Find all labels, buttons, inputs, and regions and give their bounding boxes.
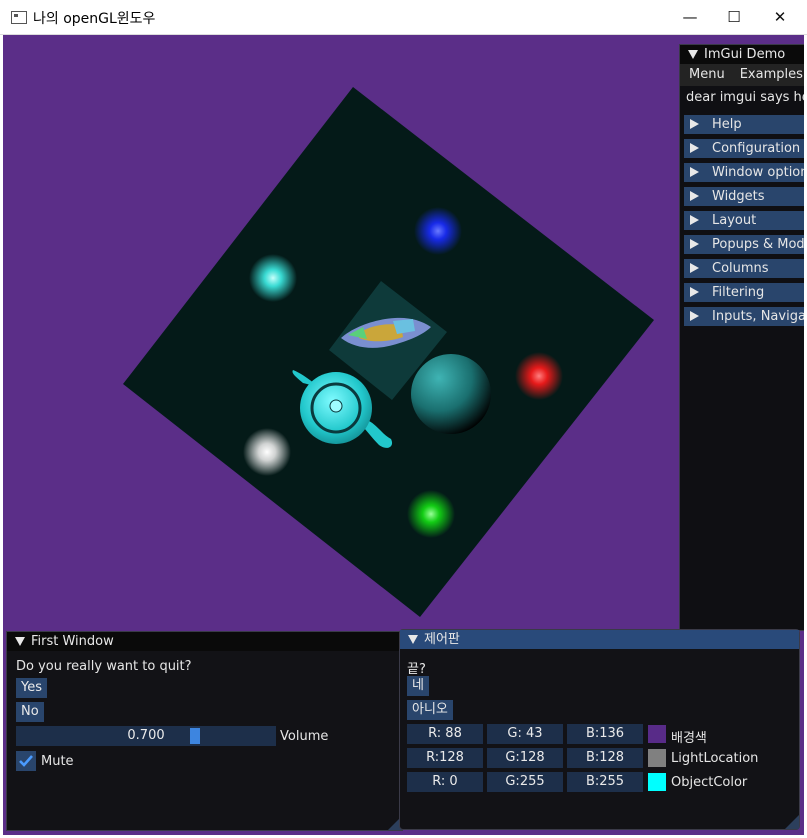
maximize-button[interactable]: ☐ xyxy=(711,0,757,34)
light-location-r-field[interactable]: R:128 xyxy=(407,748,483,768)
confirm-no-button[interactable]: 아니오 xyxy=(407,700,453,720)
header-popups-modal[interactable]: Popups & Modal xyxy=(684,235,804,254)
object-color-label: ObjectColor xyxy=(671,775,748,790)
expand-arrow-icon xyxy=(690,191,699,201)
resize-grip[interactable] xyxy=(785,815,799,829)
volume-slider-value: 0.700 xyxy=(127,728,165,743)
bg-color-label: 배경색 xyxy=(671,731,707,746)
menu-item-examples[interactable]: Examples xyxy=(740,67,803,82)
app-window-icon xyxy=(11,11,27,24)
header-label: Inputs, Navigatio xyxy=(712,309,804,324)
header-label: Filtering xyxy=(712,285,765,300)
light-location-b-field[interactable]: B:128 xyxy=(567,748,643,768)
expand-arrow-icon xyxy=(690,215,699,225)
header-configuration[interactable]: Configuration xyxy=(684,139,804,158)
light-white xyxy=(243,428,291,476)
window-title: 나의 openGL윈도우 xyxy=(33,11,156,27)
volume-label: Volume xyxy=(280,729,329,744)
light-blue xyxy=(414,207,462,255)
object-color-g-field[interactable]: G:255 xyxy=(487,772,563,792)
first-window-titlebar[interactable]: First Window xyxy=(7,632,402,651)
object-color-swatch[interactable] xyxy=(648,773,666,791)
expand-arrow-icon xyxy=(690,239,699,249)
header-inputs-navigation[interactable]: Inputs, Navigatio xyxy=(684,307,804,326)
opengl-viewport[interactable]: ImGui Demo Menu Examples dear imgui says … xyxy=(3,35,804,835)
header-label: Popups & Modal xyxy=(712,237,804,252)
mute-checkbox[interactable] xyxy=(16,751,36,771)
light-location-swatch[interactable] xyxy=(648,749,666,767)
collapse-triangle-icon[interactable] xyxy=(408,635,418,644)
bg-color-g-field[interactable]: G: 43 xyxy=(487,724,563,744)
light-red xyxy=(515,352,563,400)
expand-arrow-icon xyxy=(690,311,699,321)
bg-color-r-field[interactable]: R: 88 xyxy=(407,724,483,744)
end-question: 끝? xyxy=(407,662,426,677)
yes-button[interactable]: Yes xyxy=(16,678,47,698)
control-panel-title: 제어판 xyxy=(424,632,460,647)
title-bar[interactable]: 나의 openGL윈도우 — ☐ ✕ xyxy=(0,0,807,35)
menu-item-menu[interactable]: Menu xyxy=(689,67,725,82)
header-filtering[interactable]: Filtering xyxy=(684,283,804,302)
mute-label: Mute xyxy=(41,754,74,769)
header-help[interactable]: Help xyxy=(684,115,804,134)
expand-arrow-icon xyxy=(690,119,699,129)
imgui-demo-titlebar[interactable]: ImGui Demo xyxy=(680,45,804,64)
header-label: Window options xyxy=(712,165,804,180)
bg-color-swatch[interactable] xyxy=(648,725,666,743)
first-window-title: First Window xyxy=(31,634,114,649)
header-label: Widgets xyxy=(712,189,765,204)
confirm-yes-button[interactable]: 네 xyxy=(407,676,429,696)
app-window: 나의 openGL윈도우 — ☐ ✕ ImGui Demo Menu Examp… xyxy=(0,0,807,838)
collapse-triangle-icon[interactable] xyxy=(688,50,698,59)
light-cyan xyxy=(249,254,297,302)
expand-arrow-icon xyxy=(690,167,699,177)
imgui-demo-window[interactable]: ImGui Demo Menu Examples dear imgui says … xyxy=(679,44,804,631)
first-window[interactable]: First Window Do you really want to quit?… xyxy=(6,631,403,831)
header-label: Layout xyxy=(712,213,757,228)
checkmark-icon xyxy=(19,755,33,767)
imgui-demo-title: ImGui Demo xyxy=(704,47,786,62)
header-label: Help xyxy=(712,117,742,132)
close-button[interactable]: ✕ xyxy=(757,0,803,34)
expand-arrow-icon xyxy=(690,287,699,297)
header-layout[interactable]: Layout xyxy=(684,211,804,230)
control-panel-titlebar[interactable]: 제어판 xyxy=(400,630,799,649)
header-window-options[interactable]: Window options xyxy=(684,163,804,182)
sphere xyxy=(411,354,491,434)
header-label: Configuration xyxy=(712,141,801,156)
light-green xyxy=(407,490,455,538)
minimize-button[interactable]: — xyxy=(667,0,713,34)
imgui-demo-menubar: Menu Examples xyxy=(680,64,804,86)
expand-arrow-icon xyxy=(690,143,699,153)
header-label: Columns xyxy=(712,261,769,276)
light-location-label: LightLocation xyxy=(671,751,759,766)
quit-question: Do you really want to quit? xyxy=(16,659,192,674)
bg-color-b-field[interactable]: B:136 xyxy=(567,724,643,744)
light-location-g-field[interactable]: G:128 xyxy=(487,748,563,768)
header-columns[interactable]: Columns xyxy=(684,259,804,278)
object-color-r-field[interactable]: R: 0 xyxy=(407,772,483,792)
expand-arrow-icon xyxy=(690,263,699,273)
control-panel-window[interactable]: 제어판 끝? 네 아니오 R: 88 G: 43 B:136 배경색 R:128… xyxy=(399,629,800,830)
object-color-b-field[interactable]: B:255 xyxy=(567,772,643,792)
volume-slider[interactable]: 0.700 xyxy=(16,726,276,746)
header-widgets[interactable]: Widgets xyxy=(684,187,804,206)
demo-hello-text: dear imgui says hello xyxy=(686,90,804,105)
collapse-triangle-icon[interactable] xyxy=(15,637,25,646)
no-button[interactable]: No xyxy=(16,702,44,722)
volume-slider-grab[interactable] xyxy=(190,728,201,744)
